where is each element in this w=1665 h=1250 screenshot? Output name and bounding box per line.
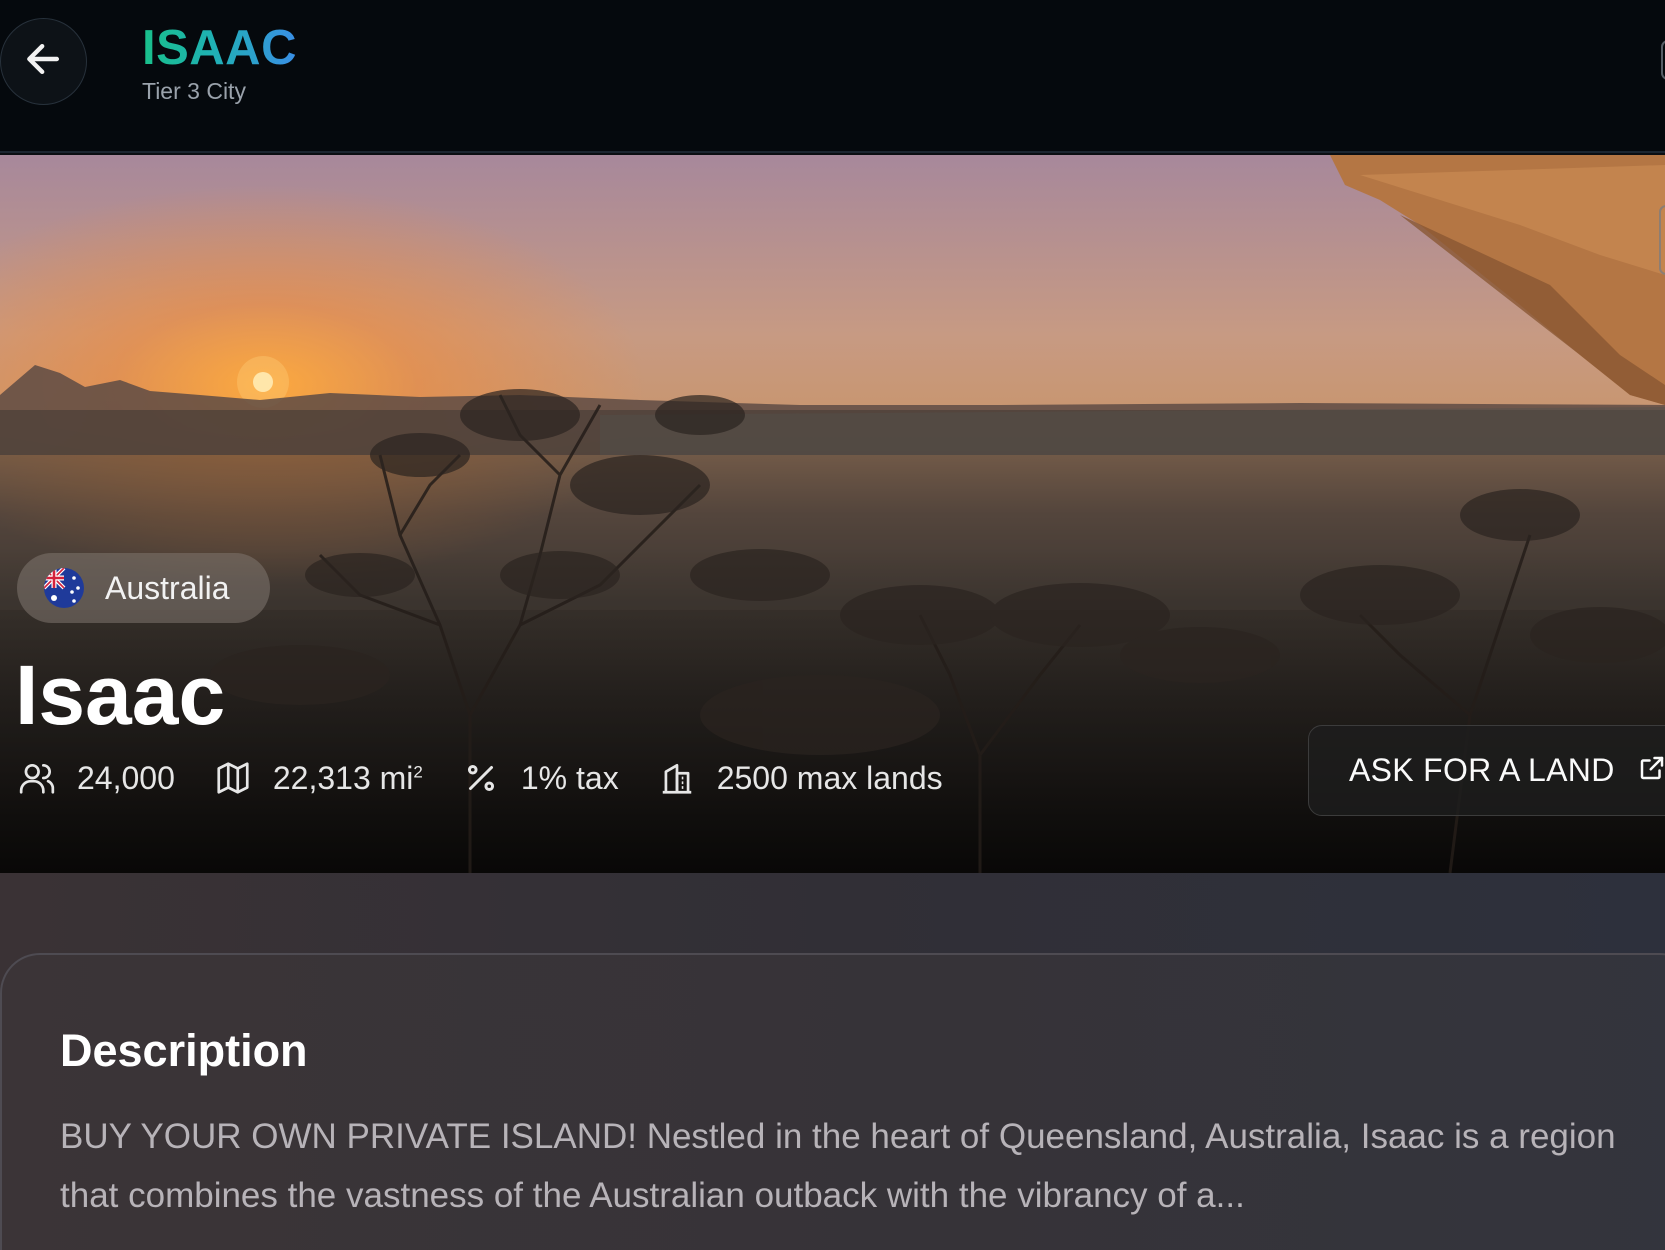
- area-value: 22,313 mi2: [272, 759, 423, 796]
- building-icon: [657, 758, 697, 798]
- arrow-left-icon: [22, 37, 66, 86]
- description-text: BUY YOUR OWN PRIVATE ISLAND! Nestled in …: [60, 1117, 1616, 1215]
- edge-control[interactable]: [1661, 40, 1665, 80]
- city-stats: 24,000 22,313 mi2 1% tax 2500 max lands: [17, 753, 981, 803]
- page-subtitle: Tier 3 City: [142, 78, 246, 104]
- city-name: Isaac: [15, 648, 226, 742]
- stat-area: 22,313 mi2: [213, 758, 423, 798]
- stat-tax: 1% tax: [461, 758, 619, 798]
- city-page: ISAAC Tier 3 City Australia Isaac 24,000…: [0, 0, 1665, 1250]
- back-button[interactable]: [0, 18, 87, 105]
- max-lands-value: 2500 max lands: [716, 759, 943, 796]
- description-title: Description: [60, 1025, 308, 1076]
- australia-flag-icon: [44, 568, 84, 608]
- ask-for-land-label: ASK FOR A LAND: [1349, 752, 1615, 788]
- stat-population: 24,000: [17, 758, 175, 798]
- population-value: 24,000: [77, 759, 175, 796]
- title-block: ISAAC Tier 3 City: [142, 20, 297, 105]
- details-section: Description BUY YOUR OWN PRIVATE ISLAND!…: [0, 873, 1665, 1250]
- map-icon: [213, 758, 253, 798]
- tax-value: 1% tax: [520, 759, 619, 796]
- stat-max-lands: 2500 max lands: [657, 758, 943, 798]
- hero-banner: Australia Isaac 24,000 22,313 mi2 1% tax…: [0, 155, 1665, 873]
- country-label: Australia: [105, 569, 230, 606]
- page-title: ISAAC: [142, 21, 297, 75]
- external-link-icon: [1637, 753, 1665, 788]
- users-icon: [17, 758, 57, 798]
- country-badge: Australia: [17, 553, 270, 623]
- top-bar: ISAAC Tier 3 City: [0, 0, 1665, 153]
- edge-control-2[interactable]: [1659, 205, 1665, 275]
- ask-for-land-button[interactable]: ASK FOR A LAND: [1308, 725, 1665, 816]
- description-card: Description BUY YOUR OWN PRIVATE ISLAND!…: [0, 953, 1665, 1250]
- percent-icon: [461, 758, 501, 798]
